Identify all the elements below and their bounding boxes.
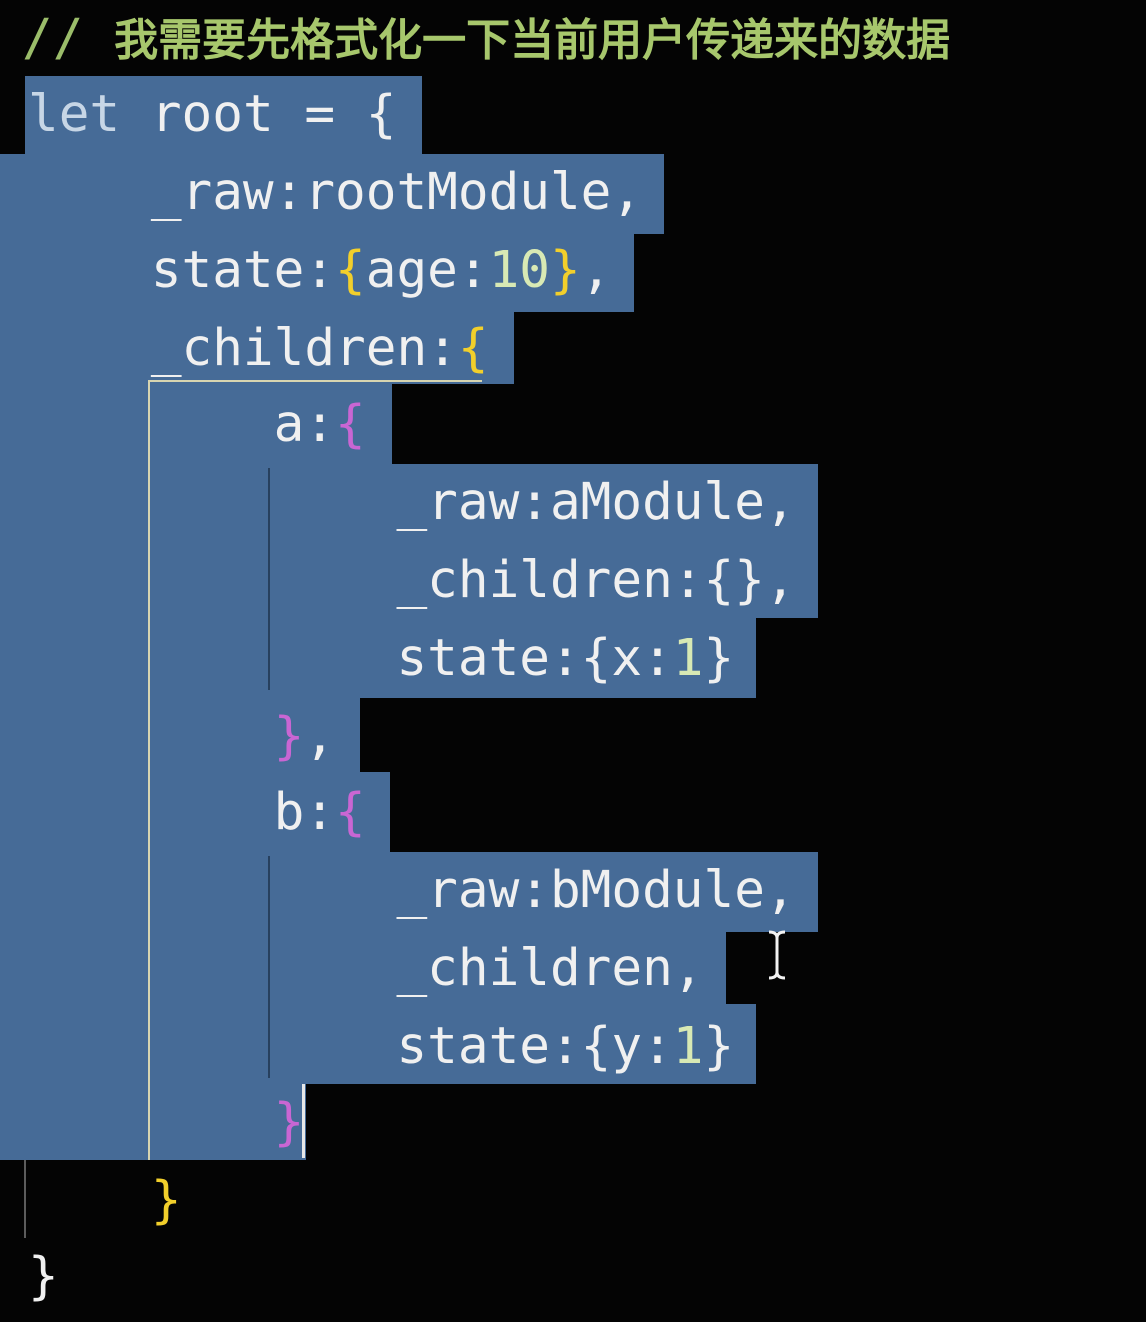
- code-line-6: a:{: [28, 386, 366, 464]
- code-line-13: _children,: [28, 930, 704, 1008]
- code-token: ,: [580, 241, 612, 300]
- code-token: _children:: [28, 319, 458, 378]
- code-token: }: [703, 1017, 735, 1076]
- code-line-15: }: [28, 1084, 305, 1162]
- code-token: }: [703, 629, 735, 688]
- code-line-7: _raw:aModule,: [28, 464, 796, 542]
- code-line-17: }: [28, 1238, 59, 1316]
- code-token: state:: [28, 241, 336, 300]
- code-line-10: },: [28, 698, 335, 776]
- code-token: b:: [28, 783, 336, 842]
- code-token: {: [335, 395, 366, 454]
- code-token: age:: [365, 241, 489, 300]
- code-token: {: [335, 783, 366, 842]
- code-line-16: }: [28, 1162, 182, 1240]
- code-token: let: [28, 85, 121, 144]
- code-token: _children:{},: [28, 551, 796, 610]
- code-token: {: [365, 85, 397, 144]
- indent-guide: [24, 1160, 26, 1238]
- code-line-9: state:{x:1}: [28, 620, 734, 698]
- code-token: 10: [488, 241, 551, 300]
- code-line-3: _raw:rootModule,: [28, 154, 642, 232]
- code-token: {: [457, 319, 489, 378]
- code-token: ,: [304, 707, 336, 766]
- code-token: 我需要先格式化一下当前用户传递来的数据: [114, 15, 951, 66]
- text-caret: [302, 1084, 305, 1158]
- code-token: }: [273, 1093, 305, 1152]
- code-token: _raw:bModule,: [28, 861, 796, 920]
- code-token: _raw:aModule,: [28, 473, 796, 532]
- code-token: }: [550, 241, 581, 300]
- code-line-5: _children:{: [28, 310, 489, 388]
- code-line-2: let root = {: [28, 76, 396, 154]
- code-token: _children,: [28, 939, 704, 998]
- code-token: a:: [28, 395, 336, 454]
- i-beam-cursor-icon: [768, 930, 786, 980]
- code-token: }: [273, 707, 305, 766]
- code-line-1: // 我需要先格式化一下当前用户传递来的数据: [22, 0, 950, 78]
- code-token: //: [22, 9, 115, 68]
- code-line-8: _children:{},: [28, 542, 796, 620]
- code-editor[interactable]: // 我需要先格式化一下当前用户传递来的数据 let root = { _raw…: [0, 0, 1146, 1322]
- code-token: {: [335, 241, 366, 300]
- code-token: root =: [120, 85, 366, 144]
- code-line-11: b:{: [28, 774, 366, 852]
- code-token: }: [28, 1247, 59, 1306]
- code-token: state:{y:: [28, 1017, 673, 1076]
- code-token: 1: [672, 629, 704, 688]
- code-line-4: state:{age:10},: [28, 232, 612, 310]
- code-line-14: state:{y:1}: [28, 1008, 734, 1086]
- code-token: state:{x:: [28, 629, 673, 688]
- code-token: }: [150, 1171, 182, 1230]
- code-line-12: _raw:bModule,: [28, 852, 796, 930]
- code-token: _raw:rootModule,: [28, 163, 643, 222]
- code-token: 1: [672, 1017, 704, 1076]
